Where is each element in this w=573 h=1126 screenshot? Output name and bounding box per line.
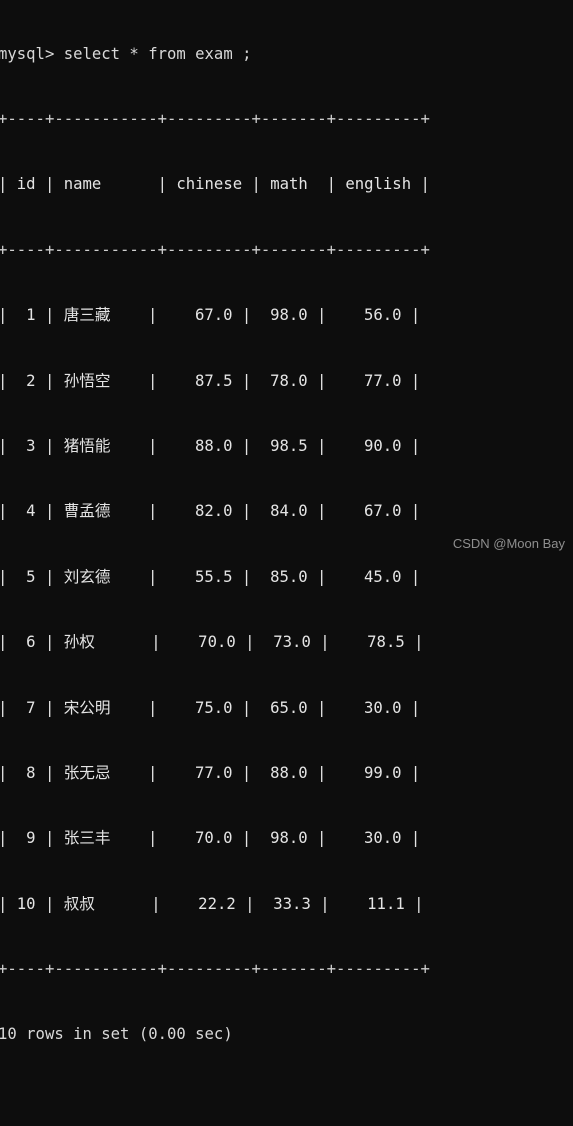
table-row: | 1 | 唐三藏 | 67.0 | 98.0 | 56.0 | <box>0 306 421 325</box>
table-row: | 4 | 曹孟德 | 82.0 | 84.0 | 67.0 | <box>0 502 421 521</box>
table-row: | 5 | 刘玄德 | 55.5 | 85.0 | 45.0 | <box>0 567 421 586</box>
watermark: CSDN @Moon Bay <box>452 536 565 551</box>
table-row: | 6 | 孙权 | 70.0 | 73.0 | 78.5 | <box>0 633 424 652</box>
table-row: | 8 | 张无忌 | 77.0 | 88.0 | 99.0 | <box>0 763 421 782</box>
terminal-line: mysql> select * from exam ; <box>0 44 252 63</box>
terminal-output: mysql> select * from exam ; +----+------… <box>0 0 573 1126</box>
table-row: | 9 | 张三丰 | 70.0 | 98.0 | 30.0 | <box>0 829 421 848</box>
terminal-line: +----+-----------+---------+-------+----… <box>0 109 430 128</box>
terminal-line: +----+-----------+---------+-------+----… <box>0 960 430 979</box>
terminal-line: | id | name | chinese | math | english | <box>0 175 430 194</box>
table-row: | 10 | 叔叔 | 22.2 | 33.3 | 11.1 | <box>0 894 424 913</box>
terminal-line: +----+-----------+---------+-------+----… <box>0 240 430 259</box>
table-row: | 7 | 宋公明 | 75.0 | 65.0 | 30.0 | <box>0 698 421 717</box>
table-row: | 3 | 猪悟能 | 88.0 | 98.5 | 90.0 | <box>0 436 421 455</box>
table-row: | 2 | 孙悟空 | 87.5 | 78.0 | 77.0 | <box>0 371 421 390</box>
result-status: 10 rows in set (0.00 sec) <box>0 1025 233 1044</box>
